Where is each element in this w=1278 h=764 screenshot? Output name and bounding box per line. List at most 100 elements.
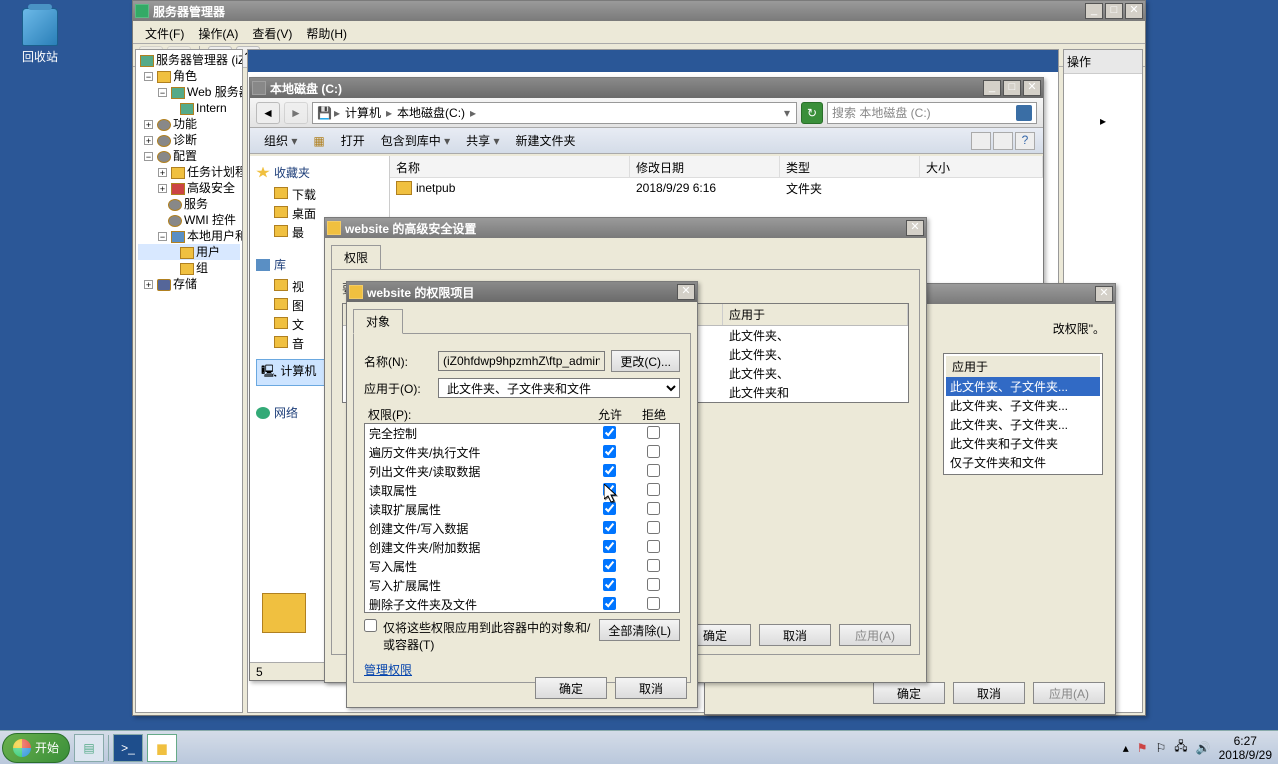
allow-checkbox[interactable] <box>603 578 616 591</box>
adv-titlebar[interactable]: website 的高级安全设置 ✕ <box>325 218 926 238</box>
tree-localusers[interactable]: 本地用户和 <box>187 229 243 243</box>
permission-row[interactable]: 删除子文件夹及文件 <box>365 595 679 613</box>
tray-flag-icon[interactable]: ⚐ <box>1156 741 1167 755</box>
manage-permissions-link[interactable]: 管理权限 <box>364 663 412 677</box>
deny-checkbox[interactable] <box>647 464 660 477</box>
apply-row[interactable]: 此文件夹、子文件夹... <box>946 415 1100 434</box>
view-details-button[interactable] <box>993 132 1013 150</box>
applyto-select[interactable]: 此文件夹、子文件夹和文件 <box>438 378 680 398</box>
cmd-newfolder[interactable]: 新建文件夹 <box>509 130 581 151</box>
menu-help[interactable]: 帮助(H) <box>300 23 353 41</box>
cmd-share[interactable]: 共享 <box>460 130 505 151</box>
apply-row[interactable]: 此文件夹和子文件夹 <box>946 434 1100 453</box>
permission-row[interactable]: 写入扩展属性 <box>365 576 679 595</box>
name-field[interactable] <box>438 351 605 371</box>
tree-users[interactable]: 用户 <box>196 245 220 259</box>
tree-groups[interactable]: 组 <box>196 261 208 275</box>
col-name[interactable]: 名称 <box>390 156 630 177</box>
recycle-bin[interactable]: 回收站 <box>18 8 62 65</box>
maximize-button[interactable]: □ <box>1003 80 1021 96</box>
allow-checkbox[interactable] <box>603 426 616 439</box>
deny-checkbox[interactable] <box>647 540 660 553</box>
allow-checkbox[interactable] <box>603 597 616 610</box>
permission-row[interactable]: 读取属性 <box>365 481 679 500</box>
view-tiles-button[interactable] <box>971 132 991 150</box>
tree-features[interactable]: 功能 <box>173 117 197 131</box>
search-icon[interactable] <box>1016 105 1032 121</box>
allow-checkbox[interactable] <box>603 502 616 515</box>
deny-checkbox[interactable] <box>647 559 660 572</box>
help-button[interactable]: ? <box>1015 132 1035 150</box>
cmd-open[interactable]: 打开 <box>335 130 371 151</box>
actions-expand-icon[interactable]: ▸ <box>1064 74 1142 168</box>
permission-row[interactable]: 读取扩展属性 <box>365 500 679 519</box>
clear-all-button[interactable]: 全部清除(L) <box>599 619 680 641</box>
apply-row[interactable]: 此文件夹、子文件夹... <box>946 396 1100 415</box>
file-row[interactable]: inetpub 2018/9/29 6:16 文件夹 <box>390 178 1043 198</box>
permission-row[interactable]: 列出文件夹/读取数据 <box>365 462 679 481</box>
tree-services[interactable]: 服务 <box>184 197 208 211</box>
tray-chevron-icon[interactable]: ▴ <box>1123 741 1129 755</box>
fwd-button[interactable]: ► <box>284 102 308 124</box>
server-manager-titlebar[interactable]: 服务器管理器 _ □ ✕ <box>133 1 1145 21</box>
allow-checkbox[interactable] <box>603 483 616 496</box>
breadcrumb-drive[interactable]: 本地磁盘(C:) <box>394 104 468 121</box>
close-button[interactable]: ✕ <box>1125 3 1143 19</box>
deny-checkbox[interactable] <box>647 597 660 610</box>
perm-titlebar[interactable]: website 的权限项目 ✕ <box>347 282 697 302</box>
ok-button[interactable]: 确定 <box>535 677 607 699</box>
address-dropdown-icon[interactable]: ▾ <box>782 106 792 120</box>
apply-header[interactable]: 应用于 <box>946 356 1100 377</box>
column-headers[interactable]: 名称 修改日期 类型 大小 <box>390 156 1043 178</box>
change-button[interactable]: 更改(C)... <box>611 350 680 372</box>
col-size[interactable]: 大小 <box>920 156 1043 177</box>
deny-checkbox[interactable] <box>647 521 660 534</box>
deny-checkbox[interactable] <box>647 502 660 515</box>
taskbar-explorer-icon[interactable]: ▆ <box>147 734 177 762</box>
close-button[interactable]: ✕ <box>906 220 924 236</box>
permission-row[interactable]: 创建文件夹/附加数据 <box>365 538 679 557</box>
allow-checkbox[interactable] <box>603 521 616 534</box>
deny-checkbox[interactable] <box>647 578 660 591</box>
deny-checkbox[interactable] <box>647 483 660 496</box>
menu-file[interactable]: 文件(F) <box>139 23 190 41</box>
apply-button[interactable]: 应用(A) <box>839 624 911 646</box>
system-tray[interactable]: ▴ ⚑ ⚐ 🖧 🔊 6:27 2018/9/29 <box>1117 734 1278 762</box>
deny-checkbox[interactable] <box>647 445 660 458</box>
start-button[interactable]: 开始 <box>2 733 70 763</box>
close-button[interactable]: ✕ <box>1023 80 1041 96</box>
permission-row[interactable]: 遍历文件夹/执行文件 <box>365 443 679 462</box>
permission-row[interactable]: 完全控制 <box>365 424 679 443</box>
cmd-organize[interactable]: 组织 <box>258 130 303 151</box>
tree-config[interactable]: 配置 <box>173 149 197 163</box>
favorites-header[interactable]: 收藏夹 <box>254 160 385 185</box>
minimize-button[interactable]: _ <box>983 80 1001 96</box>
permission-row[interactable]: 创建文件/写入数据 <box>365 519 679 538</box>
cancel-button[interactable]: 取消 <box>759 624 831 646</box>
tray-clock[interactable]: 6:27 2018/9/29 <box>1219 734 1272 762</box>
cancel-button[interactable]: 取消 <box>615 677 687 699</box>
allow-checkbox[interactable] <box>603 464 616 477</box>
taskbar[interactable]: 开始 ▤ >_ ▆ ▴ ⚑ ⚐ 🖧 🔊 6:27 2018/9/29 <box>0 730 1278 764</box>
cmd-include[interactable]: 包含到库中 <box>375 130 456 151</box>
tray-action-center-icon[interactable]: ⚑ <box>1137 741 1148 755</box>
sidebar-downloads[interactable]: 下载 <box>254 185 385 204</box>
tab-object[interactable]: 对象 <box>353 309 403 334</box>
tray-network-icon[interactable]: 🖧 <box>1174 737 1187 758</box>
col-apply[interactable]: 应用于 <box>723 304 908 325</box>
deny-checkbox[interactable] <box>647 426 660 439</box>
permission-row[interactable]: 写入属性 <box>365 557 679 576</box>
refresh-button[interactable]: ↻ <box>801 102 823 124</box>
tree-tasksched[interactable]: 任务计划程 <box>187 165 243 179</box>
taskbar-servermgr-icon[interactable]: ▤ <box>74 734 104 762</box>
close-button[interactable]: ✕ <box>1095 286 1113 302</box>
minimize-button[interactable]: _ <box>1085 3 1103 19</box>
breadcrumb-computer[interactable]: 计算机 <box>342 104 384 121</box>
tree-web[interactable]: Web 服务器 <box>187 85 243 99</box>
tree-storage[interactable]: 存储 <box>173 277 197 291</box>
maximize-button[interactable]: □ <box>1105 3 1123 19</box>
tab-permissions[interactable]: 权限 <box>331 245 381 270</box>
col-date[interactable]: 修改日期 <box>630 156 780 177</box>
address-bar[interactable]: 💾 ▸ 计算机 ▸ 本地磁盘(C:) ▸ ▾ <box>312 102 797 124</box>
allow-checkbox[interactable] <box>603 559 616 572</box>
